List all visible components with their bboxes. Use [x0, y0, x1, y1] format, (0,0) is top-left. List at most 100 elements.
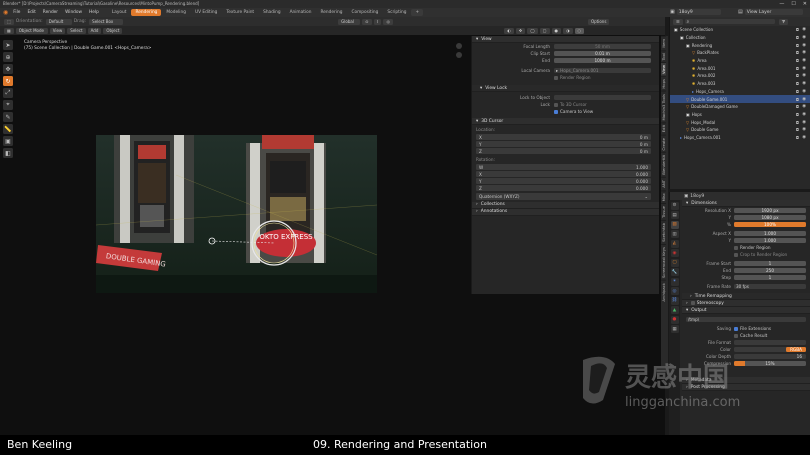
tab-animation[interactable]: Animation: [286, 9, 316, 16]
stereoscopy-header[interactable]: › Stereoscopy: [682, 300, 810, 307]
visibility-eye-icon[interactable]: ◉: [802, 73, 806, 78]
render-toggle-icon[interactable]: ◘: [796, 35, 799, 40]
visibility-eye-icon[interactable]: ◉: [802, 97, 806, 102]
tab-ant[interactable]: ANT: [661, 176, 666, 190]
aspect-x-field[interactable]: 1.000: [734, 231, 806, 236]
outliner-row[interactable]: ✺ Area ◘ ◉: [670, 57, 810, 65]
render-toggle-icon[interactable]: ◘: [796, 120, 799, 125]
cursor-tool-icon[interactable]: ⊕: [3, 52, 13, 62]
tab-modeling[interactable]: Modeling: [162, 9, 190, 16]
tool-tab-icon[interactable]: ⚙: [670, 201, 679, 210]
tab-screencast[interactable]: Screencast Keys: [661, 243, 666, 280]
orientation-dropdown[interactable]: Default: [45, 18, 72, 25]
texture-tab-icon[interactable]: ▦: [670, 325, 679, 333]
render-toggle-icon[interactable]: ◘: [796, 73, 799, 78]
clip-end-field[interactable]: 1000 m: [554, 58, 651, 63]
render-toggle-icon[interactable]: ◘: [796, 50, 799, 55]
tab-edit[interactable]: Edit: [661, 122, 666, 135]
menu-object[interactable]: Object: [103, 27, 123, 34]
rotate-tool-icon[interactable]: ↻: [3, 76, 13, 86]
snap-icon[interactable]: ⌇: [373, 18, 382, 25]
outliner-row[interactable]: ▸ Hops_Camera.001 ◘ ◉: [670, 134, 810, 142]
render-toggle-icon[interactable]: ◘: [796, 127, 799, 132]
view-layer-field[interactable]: View Layer: [744, 9, 803, 15]
output-tab-icon[interactable]: ▨: [670, 220, 679, 229]
tab-compositing[interactable]: Compositing: [347, 9, 382, 16]
outliner-row[interactable]: ▽ BackPlates ◘ ◉: [670, 49, 810, 57]
blender-logo-icon[interactable]: ◉: [3, 9, 8, 16]
file-extensions-checkbox[interactable]: [734, 326, 738, 331]
data-tab-icon[interactable]: ▲: [670, 306, 679, 314]
close-button[interactable]: ✕: [803, 1, 807, 7]
tab-view[interactable]: View: [661, 62, 666, 77]
overlay-icon[interactable]: ◯: [527, 27, 538, 34]
tab-blenderkit[interactable]: BlenderKit: [661, 152, 666, 177]
clip-start-field[interactable]: 0.01 m: [554, 51, 651, 56]
annotate-tool-icon[interactable]: ✎: [3, 112, 13, 122]
tab-create[interactable]: Create: [661, 134, 666, 153]
outliner-row[interactable]: ✺ Area.001 ◘ ◉: [670, 64, 810, 72]
local-camera-field[interactable]: ▸ Hops_Camera.001: [554, 68, 651, 73]
particles-tab-icon[interactable]: ✶: [670, 277, 679, 286]
frame-end-field[interactable]: 250: [734, 268, 806, 273]
tab-scripting[interactable]: Scripting: [383, 9, 410, 16]
lock-camera-checkbox[interactable]: [554, 109, 558, 114]
outliner-row[interactable]: ✺ Area.003 ◘ ◉: [670, 80, 810, 88]
visibility-icon[interactable]: ◐: [504, 27, 514, 34]
add-cube-tool-icon[interactable]: ▣: [3, 136, 13, 146]
tab-rendering[interactable]: Rendering: [131, 9, 162, 16]
view-section-header[interactable]: ▾ View: [472, 36, 659, 43]
outliner-row[interactable]: ▽ Hops_Modal ◘ ◉: [670, 118, 810, 126]
render-toggle-icon[interactable]: ◘: [796, 27, 799, 32]
outliner-row[interactable]: ▸ Hops_Camera ◘ ◉: [670, 88, 810, 96]
outliner-row[interactable]: ▽ Double Game ◘ ◉: [670, 126, 810, 134]
outliner-row[interactable]: ▣ Hops ◘ ◉: [670, 111, 810, 119]
dimensions-section-header[interactable]: ▾ Dimensions: [682, 200, 810, 207]
rotation-z-field[interactable]: Z 0.000: [476, 185, 651, 191]
render-tab-icon[interactable]: ▤: [670, 211, 679, 219]
rotation-w-field[interactable]: W 1.000: [476, 164, 651, 170]
output-path-field[interactable]: /tmp\: [686, 317, 806, 322]
crop-region-checkbox[interactable]: [734, 252, 738, 257]
material-shading-icon[interactable]: ◑: [563, 27, 573, 34]
modifier-tab-icon[interactable]: 🔧: [670, 268, 679, 276]
outliner-row[interactable]: ▣ Scene Collection ◘ ◉: [670, 26, 810, 34]
rotation-y-field[interactable]: Y 0.000: [476, 178, 651, 184]
menu-file[interactable]: File: [13, 10, 20, 15]
cursor-y-field[interactable]: Y 0 m: [476, 141, 651, 147]
menu-help[interactable]: Help: [89, 10, 99, 15]
tab-rendering-2[interactable]: Rendering: [316, 9, 346, 16]
pivot-icon[interactable]: ⊙: [362, 18, 372, 25]
frame-start-field[interactable]: 1: [734, 261, 806, 266]
tab-machin3[interactable]: Machin3 Tools: [661, 90, 666, 123]
move-tool-icon[interactable]: ✥: [3, 64, 13, 74]
proportional-icon[interactable]: ◎: [383, 18, 393, 25]
visibility-eye-icon[interactable]: ◉: [802, 135, 806, 140]
render-toggle-icon[interactable]: ◘: [796, 89, 799, 94]
visibility-eye-icon[interactable]: ◉: [802, 66, 806, 71]
view-layer-tab-icon[interactable]: ▥: [670, 230, 679, 238]
menu-window[interactable]: Window: [65, 10, 82, 15]
maximize-button[interactable]: ☐: [791, 1, 795, 7]
file-format-dropdown[interactable]: [734, 340, 806, 345]
resolution-x-field[interactable]: 1920 px: [734, 208, 806, 213]
visibility-eye-icon[interactable]: ◉: [802, 35, 806, 40]
resolution-percent-slider[interactable]: 100%: [734, 222, 806, 227]
visibility-eye-icon[interactable]: ◉: [802, 104, 806, 109]
render-region-prop-checkbox[interactable]: [734, 245, 738, 250]
filter-icon[interactable]: ⧩: [778, 18, 789, 25]
visibility-eye-icon[interactable]: ◉: [802, 50, 806, 55]
output-section-header[interactable]: ▾ Output: [682, 307, 810, 314]
select-tool-icon[interactable]: ➤: [3, 40, 13, 50]
camera-render-view[interactable]: DOUBLE GAMING OKTO EXPRESS: [96, 135, 377, 293]
editor-type-icon[interactable]: ▦: [4, 27, 14, 34]
visibility-eye-icon[interactable]: ◉: [802, 27, 806, 32]
object-tab-icon[interactable]: ▢: [670, 258, 679, 267]
tab-hops[interactable]: Hops: [661, 76, 666, 91]
focal-length-field[interactable]: 50 mm: [554, 44, 651, 49]
cache-result-checkbox[interactable]: [734, 333, 738, 338]
render-toggle-icon[interactable]: ◘: [796, 43, 799, 48]
scene-tab-icon[interactable]: ◭: [670, 239, 679, 248]
render-toggle-icon[interactable]: ◘: [796, 66, 799, 71]
collections-section-header[interactable]: › Collections: [472, 201, 659, 209]
